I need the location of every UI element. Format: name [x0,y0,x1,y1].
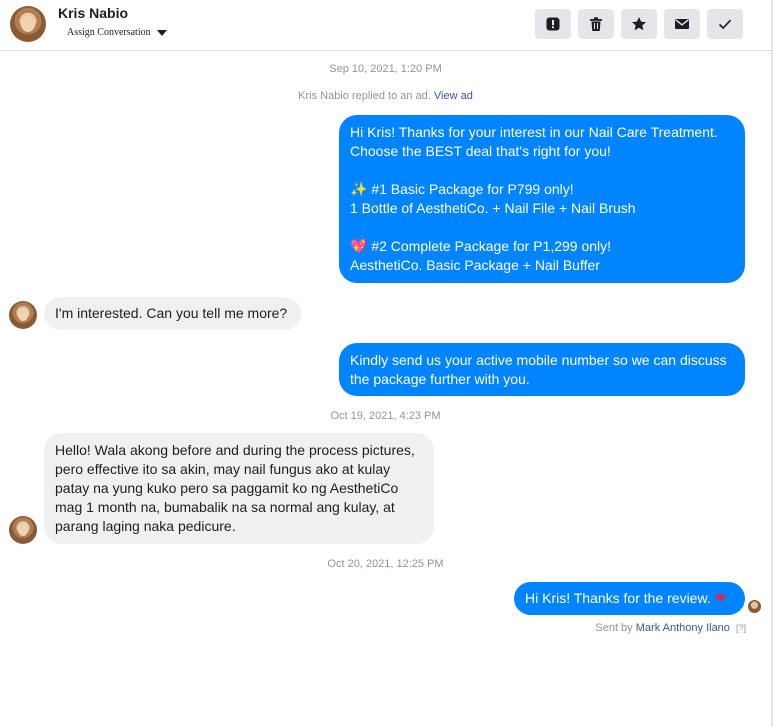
sent-by-note: Sent by Mark Anthony Ilano [?] [595,622,746,634]
incoming-message: I'm interested. Can you tell me more? [44,297,301,330]
contact-avatar-small [9,301,37,329]
message-line: Hi Kris! Thanks for your interest in our… [350,124,718,140]
sparkles-icon: ✨ [350,181,368,197]
contact-name[interactable]: Kris Nabio [58,5,128,21]
agent-name-link[interactable]: Mark Anthony Ilano [636,622,730,634]
timestamp: Oct 20, 2021, 12:25 PM [327,558,444,570]
conversation-header: Kris Nabio Assign Conversation [0,0,771,51]
report-spam-button[interactable] [535,9,571,39]
help-link[interactable]: [?] [736,623,746,633]
contact-avatar[interactable] [10,6,46,42]
message-line: AesthetiCo. Basic Package + Nail Buffer [350,257,600,273]
message-line: 1 Bottle of AesthetiCo. + Nail File + Na… [350,200,636,216]
mark-unread-button[interactable] [664,9,700,39]
assign-conversation-dropdown[interactable]: Assign Conversation [67,27,167,38]
contact-avatar-small [9,516,37,544]
outgoing-message: Hi Kris! Thanks for the review. ❤ [514,582,745,615]
trash-icon [590,17,602,31]
outgoing-message: Kindly send us your active mobile number… [339,343,745,396]
delete-button[interactable] [578,9,614,39]
check-icon [718,19,732,30]
incoming-message: Hello! Wala akong before and during the … [44,433,434,544]
assign-conversation-label: Assign Conversation [67,27,151,38]
view-ad-link[interactable]: View ad [434,90,473,102]
message-line: ✨ #1 Basic Package for P799 only! [350,181,574,197]
mail-icon [675,19,689,29]
message-line: Choose the BEST deal that's right for yo… [350,143,611,159]
timestamp: Oct 19, 2021, 4:23 PM [330,410,441,422]
star-button[interactable] [621,9,657,39]
sent-by-label: Sent by [595,622,633,634]
message-line: 💖 #2 Complete Package for P1,299 only! [350,238,612,254]
ad-reply-note: Kris Nabio replied to an ad. View ad [0,90,771,102]
heart-icon: 💖 [350,238,368,254]
seen-avatar [748,600,761,613]
timestamp: Sep 10, 2021, 1:20 PM [329,63,442,75]
mark-done-button[interactable] [707,9,743,39]
message-text: Hi Kris! Thanks for the review. [525,590,711,606]
star-icon [632,17,646,31]
ad-reply-text: Kris Nabio replied to an ad. [298,90,431,102]
heart-icon: ❤ [714,590,727,606]
chevron-down-icon [156,29,167,36]
report-icon [546,17,560,31]
outgoing-message: Hi Kris! Thanks for your interest in our… [339,115,745,283]
